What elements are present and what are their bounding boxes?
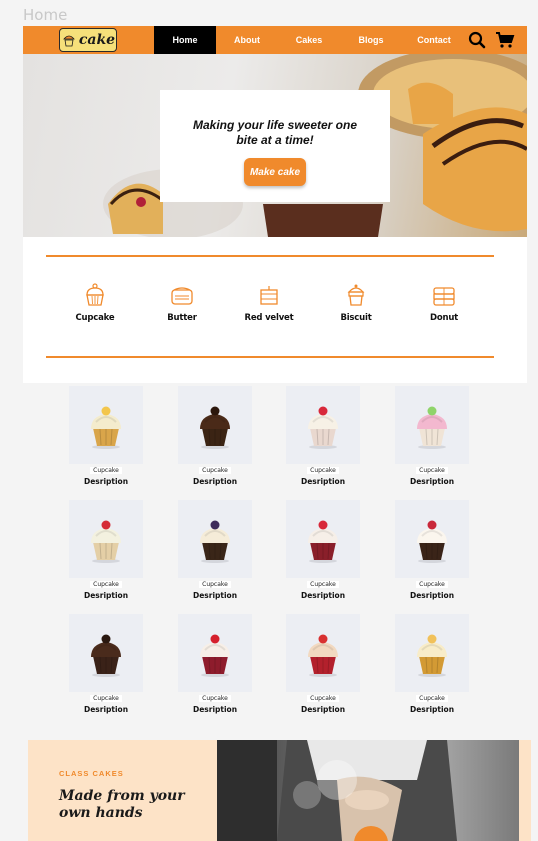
product-card[interactable]: Cupcake Desription — [178, 500, 252, 600]
category-biscuit[interactable]: Biscuit — [321, 282, 391, 323]
product-image — [69, 500, 143, 578]
product-description: Desription — [300, 477, 346, 486]
category-divider-bottom — [46, 356, 494, 358]
product-description: Desription — [83, 591, 129, 600]
product-card[interactable]: Cupcake Desription — [178, 614, 252, 714]
product-card[interactable]: Cupcake Desription — [178, 386, 252, 486]
cupcake-photo-icon — [308, 406, 338, 449]
product-image — [395, 500, 469, 578]
cupcake-photo-icon — [200, 634, 230, 677]
cupcake-photo-icon — [417, 634, 447, 677]
product-card[interactable]: Cupcake Desription — [286, 500, 360, 600]
product-name: Cupcake — [307, 581, 339, 588]
product-card[interactable]: Cupcake Desription — [286, 614, 360, 714]
cupcake-photo-icon — [417, 406, 447, 449]
product-description: Desription — [192, 477, 238, 486]
brand-logo[interactable]: cake — [59, 28, 117, 52]
nav-blogs[interactable]: Blogs — [340, 26, 402, 54]
cupcake-photo-icon — [200, 406, 230, 449]
product-name: Cupcake — [90, 467, 122, 474]
product-description: Desription — [409, 477, 455, 486]
product-name: Cupcake — [199, 695, 231, 702]
cupcake-photo-icon — [200, 520, 230, 563]
product-card[interactable]: Cupcake Desription — [69, 614, 143, 714]
product-description: Desription — [409, 591, 455, 600]
product-description: Desription — [300, 705, 346, 714]
product-description: Desription — [192, 591, 238, 600]
product-name: Cupcake — [416, 695, 448, 702]
product-card[interactable]: Cupcake Desription — [69, 386, 143, 486]
category-divider-top — [46, 255, 494, 257]
biscuit-icon — [347, 284, 365, 306]
product-description: Desription — [409, 705, 455, 714]
category-label: Butter — [167, 313, 197, 323]
product-image — [69, 614, 143, 692]
product-image — [286, 386, 360, 464]
product-name: Cupcake — [416, 467, 448, 474]
donut-icon — [433, 287, 455, 306]
product-image — [286, 500, 360, 578]
class-cakes-title: Made from your own hands — [59, 788, 185, 821]
hero-card: Making your life sweeter one bite at a t… — [160, 90, 390, 202]
cupcake-photo-icon — [417, 520, 447, 563]
category-label: Red velvet — [244, 313, 294, 323]
product-description: Desription — [83, 477, 129, 486]
product-card[interactable]: Cupcake Desription — [286, 386, 360, 486]
product-card[interactable]: Cupcake Desription — [395, 500, 469, 600]
product-card[interactable]: Cupcake Desription — [69, 500, 143, 600]
product-image — [69, 386, 143, 464]
category-red-velvet[interactable]: Red velvet — [234, 282, 304, 323]
cupcake-photo-icon — [91, 634, 121, 677]
product-name: Cupcake — [90, 581, 122, 588]
product-name: Cupcake — [307, 467, 339, 474]
cupcake-photo-icon — [308, 634, 338, 677]
product-name: Cupcake — [416, 581, 448, 588]
product-image — [178, 614, 252, 692]
search-icon[interactable] — [468, 31, 486, 49]
cupcake-photo-icon — [308, 520, 338, 563]
logo-text: cake — [78, 32, 116, 48]
hero-title: Making your life sweeter one bite at a t… — [192, 118, 358, 147]
category-section: Cupcake Butter Red velvet Biscuit Donut — [23, 237, 527, 383]
class-cakes-section: CLASS CAKES Made from your own hands — [28, 740, 531, 841]
red-velvet-icon — [260, 286, 278, 305]
category-donut[interactable]: Donut — [409, 282, 479, 323]
cupcake-photo-icon — [91, 406, 121, 449]
product-name: Cupcake — [199, 581, 231, 588]
cupcake-icon — [86, 283, 104, 306]
category-butter[interactable]: Butter — [147, 282, 217, 323]
cupcake-photo-icon — [91, 520, 121, 563]
nav-home[interactable]: Home — [154, 26, 216, 54]
product-description: Desription — [192, 705, 238, 714]
product-name: Cupcake — [90, 695, 122, 702]
nav-contact[interactable]: Contact — [402, 26, 466, 54]
hero-banner: Making your life sweeter one bite at a t… — [23, 54, 527, 237]
product-card[interactable]: Cupcake Desription — [395, 614, 469, 714]
category-label: Cupcake — [75, 313, 115, 323]
product-name: Cupcake — [307, 695, 339, 702]
nav-about[interactable]: About — [216, 26, 278, 54]
class-cakes-label: CLASS CAKES — [59, 769, 124, 778]
product-image — [395, 614, 469, 692]
navbar: cake Home About Cakes Blogs Contact — [23, 26, 527, 54]
product-image — [178, 500, 252, 578]
baker-photo — [217, 740, 519, 841]
product-card[interactable]: Cupcake Desription — [395, 386, 469, 486]
product-image — [286, 614, 360, 692]
product-image — [178, 386, 252, 464]
product-description: Desription — [83, 705, 129, 714]
category-label: Biscuit — [340, 313, 372, 323]
page-label: Home — [23, 6, 68, 24]
category-cupcake[interactable]: Cupcake — [60, 282, 130, 323]
cupcake-logo-icon — [63, 35, 75, 47]
product-description: Desription — [300, 591, 346, 600]
product-image — [395, 386, 469, 464]
nav-cakes[interactable]: Cakes — [278, 26, 340, 54]
make-cake-button[interactable]: Make cake — [244, 158, 306, 186]
butter-icon — [171, 287, 193, 305]
cart-icon[interactable] — [495, 31, 515, 49]
category-label: Donut — [429, 313, 459, 323]
product-name: Cupcake — [199, 467, 231, 474]
